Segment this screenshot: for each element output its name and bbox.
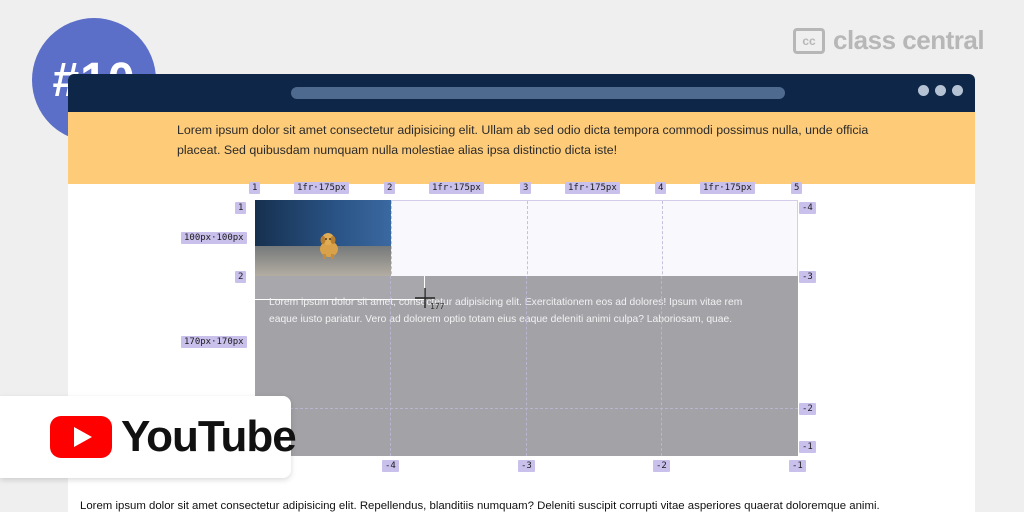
class-central-logo: cc class central [793,25,985,56]
overlay-line-col-4 [661,276,662,456]
grid-col-number: 5 [791,182,803,194]
grid-col-negative-number: -1 [789,460,806,472]
overlay-text: Lorem ipsum dolor sit amet, consectetur … [269,297,743,325]
grid-col-negative-number: -4 [382,460,399,472]
dot [935,85,946,96]
page-banner: Lorem ipsum dolor sit amet consectetur a… [68,112,975,184]
grid-col-number: 4 [655,182,667,194]
class-central-wordmark: class central [833,25,985,55]
grid-row-number: 2 [235,271,247,283]
dot [918,85,929,96]
window-dots-icon[interactable] [918,85,963,96]
cursor-readout: 177 [430,302,445,311]
grid-col-number: 3 [520,182,532,194]
grid-col-size: 1fr·175px [429,182,484,194]
grid-row-size: 100px·100px [181,232,247,244]
grid-row-number: 1 [235,202,247,214]
overlay-line-col-2 [390,276,391,456]
address-bar[interactable] [291,87,785,99]
dot [952,85,963,96]
youtube-badge[interactable]: YouTube [0,396,297,478]
grid-col-negative-number: -3 [518,460,535,472]
bottom-paragraph: Lorem ipsum dolor sit amet consectetur a… [80,500,880,512]
youtube-play-icon [50,416,112,458]
dog-icon [320,233,338,259]
browser-titlebar [68,74,975,112]
grid-col-number: 1 [249,182,261,194]
grid-row-negative-number: -3 [799,271,816,283]
grid-col-size: 1fr·175px [565,182,620,194]
dog-photo [255,200,391,276]
youtube-wordmark: YouTube [121,412,297,461]
grid-col-size: 1fr·175px [294,182,349,194]
grid-row-negative-number: -2 [799,403,816,415]
banner-text: Lorem ipsum dolor sit amet consectetur a… [177,123,869,157]
grid-col-size: 1fr·175px [700,182,755,194]
class-central-logo-icon: cc [793,27,825,54]
grid-row-size: 170px·170px [181,336,247,348]
grid-col-negative-number: -2 [653,460,670,472]
grid-col-number: 2 [384,182,396,194]
grid-row-negative-number: -1 [799,441,816,453]
grid-row-negative-number: -4 [799,202,816,214]
overlay-line-col-3 [526,276,527,456]
